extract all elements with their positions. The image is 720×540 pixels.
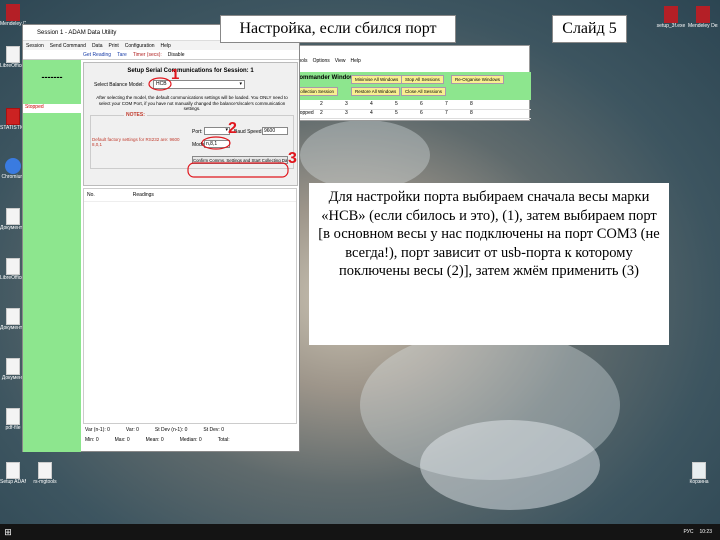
annotation-circle-1 bbox=[148, 77, 172, 91]
annotation-circle-3 bbox=[187, 162, 289, 178]
windows-start-icon[interactable]: ⊞ bbox=[0, 524, 16, 540]
annotation-number-2: 2 bbox=[228, 120, 237, 137]
system-tray: РУС 10:23 bbox=[683, 529, 720, 535]
instruction-note: Для настройки порта выбираем сначала вес… bbox=[309, 183, 669, 345]
clock[interactable]: 10:23 bbox=[699, 529, 712, 535]
annotation-number-3: 3 bbox=[288, 150, 297, 167]
slide-number: Слайд 5 bbox=[552, 15, 627, 43]
annotation-circle-2 bbox=[201, 136, 231, 150]
language-indicator[interactable]: РУС bbox=[683, 529, 693, 535]
slide-title: Настройка, если сбился порт bbox=[220, 15, 456, 43]
annotation-number-1: 1 bbox=[171, 66, 180, 83]
taskbar: ⊞ РУС 10:23 bbox=[0, 524, 720, 540]
